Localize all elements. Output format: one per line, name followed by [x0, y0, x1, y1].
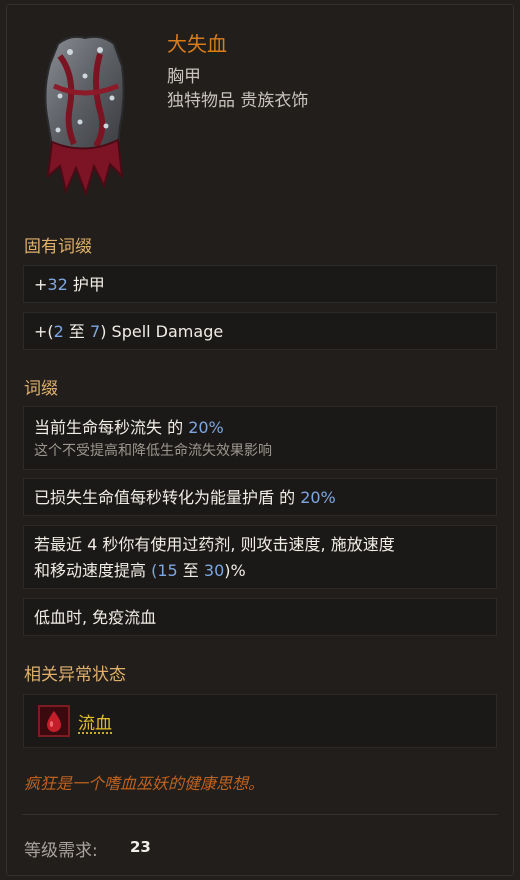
implicit-mod-spell-damage: +(2 至 7) Spell Damage [23, 312, 497, 350]
mod-value: 20% [300, 488, 336, 507]
flavor-text: 疯狂是一个嗜血巫妖的健康思想。 [24, 774, 265, 793]
bleed-drop-icon [38, 705, 70, 737]
item-rarity-type: 独特物品 贵族衣饰 [167, 91, 309, 111]
mod-value: 32 [47, 275, 68, 294]
mod-value-min: 2 [53, 322, 64, 341]
implicit-mod-armor: +32 护甲 [23, 265, 497, 303]
mod-text-line2: 和移动速度提高 [34, 561, 152, 580]
explicit-mod-life-loss: 当前生命每秒流失 的 20% 这个不受提高和降低生命流失效果影响 [23, 406, 497, 470]
mod-text: ) Spell Damage [100, 322, 224, 341]
mod-text: 护甲 [67, 275, 105, 294]
implicit-header: 固有词缀 [24, 237, 92, 257]
mod-value-min: 15 [157, 561, 178, 580]
mod-text: 已损失生命值每秒转化为能量护盾 的 [34, 488, 301, 507]
mod-value-max: 30 [203, 561, 225, 580]
mod-value-max: 7 [90, 322, 101, 341]
item-slot: 胸甲 [167, 67, 201, 87]
level-requirement-value: 23 [130, 838, 151, 856]
item-name: 大失血 [167, 32, 227, 56]
bleed-status-link[interactable]: 流血 [78, 709, 112, 734]
divider [22, 814, 498, 815]
chest-armor-icon [30, 26, 140, 198]
mod-range-close: )% [224, 561, 246, 580]
explicit-mod-bleed-immunity: 低血时, 免疫流血 [23, 598, 497, 636]
ailment-bleed-row[interactable]: 流血 [23, 694, 497, 748]
ailments-header: 相关异常状态 [24, 665, 126, 685]
mod-value: 20% [188, 418, 224, 437]
mod-prefix: + [34, 275, 48, 294]
mod-range-sep: 至 [63, 322, 91, 341]
explicit-header: 词缀 [24, 379, 58, 399]
mod-note: 这个不受提高和降低生命流失效果影响 [34, 443, 272, 459]
explicit-mod-flask-speed: 若最近 4 秒你有使用过药剂, 则攻击速度, 施放速度 和移动速度提高 (15 … [23, 525, 497, 589]
level-requirement-label: 等级需求: [24, 841, 98, 861]
mod-text: 当前生命每秒流失 的 [34, 418, 189, 437]
mod-prefix: +( [34, 322, 54, 341]
mod-text: 低血时, 免疫流血 [34, 608, 157, 627]
mod-text-line1: 若最近 4 秒你有使用过药剂, 则攻击速度, 施放速度 [34, 535, 395, 554]
mod-range-sep: 至 [177, 561, 204, 580]
explicit-mod-es-conversion: 已损失生命值每秒转化为能量护盾 的 20% [23, 478, 497, 516]
